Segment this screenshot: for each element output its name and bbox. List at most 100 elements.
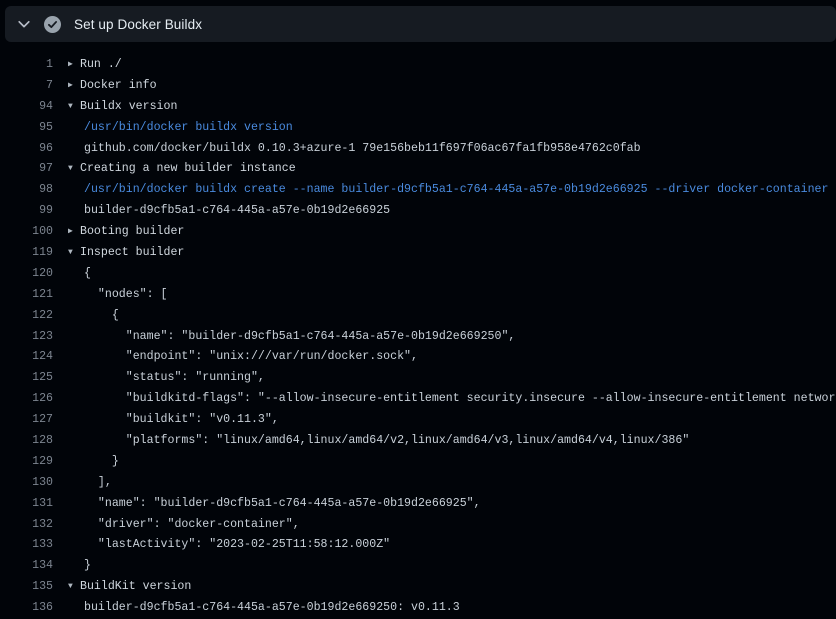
indent-spacer bbox=[68, 431, 84, 452]
log-text: "endpoint": "unix:///var/run/docker.sock… bbox=[84, 347, 836, 368]
line-number[interactable]: 131 bbox=[0, 494, 53, 515]
log-text: "name": "builder-d9cfb5a1-c764-445a-a57e… bbox=[84, 327, 836, 348]
line-number[interactable]: 95 bbox=[0, 118, 53, 139]
line-number[interactable]: 136 bbox=[0, 598, 53, 619]
line-number[interactable]: 132 bbox=[0, 515, 53, 536]
log-row: 98/usr/bin/docker buildx create --name b… bbox=[0, 180, 836, 201]
log-row: 128 "platforms": "linux/amd64,linux/amd6… bbox=[0, 431, 836, 452]
log-group-row[interactable]: 135▼BuildKit version bbox=[0, 577, 836, 598]
log-text: { bbox=[84, 264, 836, 285]
group-expanded-icon: ▼ bbox=[68, 97, 80, 118]
log-row: 122 { bbox=[0, 306, 836, 327]
log-text: /usr/bin/docker buildx create --name bui… bbox=[84, 180, 836, 201]
log-text: Inspect builder bbox=[80, 243, 836, 264]
log-text: } bbox=[84, 556, 836, 577]
log-row: 125 "status": "running", bbox=[0, 368, 836, 389]
line-number[interactable]: 127 bbox=[0, 410, 53, 431]
log-text: github.com/docker/buildx 0.10.3+azure-1 … bbox=[84, 139, 836, 160]
log-row: 136 builder-d9cfb5a1-c764-445a-a57e-0b19d… bbox=[0, 598, 836, 619]
log-text: builder-d9cfb5a1-c764-445a-a57e-0b19d2e6… bbox=[84, 598, 836, 619]
group-expanded-icon: ▼ bbox=[68, 243, 80, 264]
line-number[interactable]: 120 bbox=[0, 264, 53, 285]
log-text: "name": "builder-d9cfb5a1-c764-445a-a57e… bbox=[84, 494, 836, 515]
log-row: 126 "buildkitd-flags": "--allow-insecure… bbox=[0, 389, 836, 410]
chevron-down-icon[interactable] bbox=[16, 16, 32, 32]
log-row: 129 } bbox=[0, 452, 836, 473]
line-number[interactable]: 97 bbox=[0, 159, 53, 180]
indent-spacer bbox=[68, 473, 84, 494]
log-text: { bbox=[84, 306, 836, 327]
log-text: BuildKit version bbox=[80, 577, 836, 598]
log-text: /usr/bin/docker buildx version bbox=[84, 118, 836, 139]
line-number[interactable]: 1 bbox=[0, 55, 53, 76]
indent-spacer bbox=[68, 118, 84, 139]
check-circle-icon bbox=[44, 16, 61, 33]
indent-spacer bbox=[68, 201, 84, 222]
indent-spacer bbox=[68, 347, 84, 368]
log-text: Docker info bbox=[80, 76, 836, 97]
log-row: 120 { bbox=[0, 264, 836, 285]
log-text: Run ./ bbox=[80, 55, 836, 76]
line-number[interactable]: 94 bbox=[0, 97, 53, 118]
line-number[interactable]: 96 bbox=[0, 139, 53, 160]
line-number[interactable]: 98 bbox=[0, 180, 53, 201]
line-number[interactable]: 99 bbox=[0, 201, 53, 222]
log-row: 130 ], bbox=[0, 473, 836, 494]
log-text: "status": "running", bbox=[84, 368, 836, 389]
log-row: 121 "nodes": [ bbox=[0, 285, 836, 306]
log-group-row[interactable]: 94 ▼Buildx version bbox=[0, 97, 836, 118]
indent-spacer bbox=[68, 285, 84, 306]
indent-spacer bbox=[68, 327, 84, 348]
indent-spacer bbox=[68, 368, 84, 389]
step-header[interactable]: Set up Docker Buildx bbox=[5, 6, 836, 42]
log-row: 132 "driver": "docker-container", bbox=[0, 515, 836, 536]
log-row: 96 github.com/docker/buildx 0.10.3+azure-… bbox=[0, 139, 836, 160]
group-collapsed-icon: ▶ bbox=[68, 55, 80, 76]
line-number[interactable]: 122 bbox=[0, 306, 53, 327]
log-group-row[interactable]: 97 ▼Creating a new builder instance bbox=[0, 159, 836, 180]
log-text: ], bbox=[84, 473, 836, 494]
log-row: 124 "endpoint": "unix:///var/run/docker.… bbox=[0, 347, 836, 368]
indent-spacer bbox=[68, 535, 84, 556]
log-text: Buildx version bbox=[80, 97, 836, 118]
line-number[interactable]: 130 bbox=[0, 473, 53, 494]
log-group-row[interactable]: 7 ▶Docker info bbox=[0, 76, 836, 97]
line-number[interactable]: 134 bbox=[0, 556, 53, 577]
log-text: } bbox=[84, 452, 836, 473]
line-number[interactable]: 126 bbox=[0, 389, 53, 410]
indent-spacer bbox=[68, 389, 84, 410]
line-number[interactable]: 133 bbox=[0, 535, 53, 556]
log-group-row[interactable]: 100 ▶Booting builder bbox=[0, 222, 836, 243]
log-row: 134} bbox=[0, 556, 836, 577]
line-number[interactable]: 128 bbox=[0, 431, 53, 452]
line-number[interactable]: 125 bbox=[0, 368, 53, 389]
log-text: Booting builder bbox=[80, 222, 836, 243]
group-collapsed-icon: ▶ bbox=[68, 76, 80, 97]
step-title: Set up Docker Buildx bbox=[74, 17, 202, 32]
log-group-row[interactable]: 1 ▶Run ./ bbox=[0, 55, 836, 76]
log-text: "lastActivity": "2023-02-25T11:58:12.000… bbox=[84, 535, 836, 556]
log-lines: 1▶Run ./7▶Docker info94▼Buildx version95… bbox=[0, 55, 836, 619]
line-number[interactable]: 7 bbox=[0, 76, 53, 97]
indent-spacer bbox=[68, 306, 84, 327]
indent-spacer bbox=[68, 598, 84, 619]
line-number[interactable]: 100 bbox=[0, 222, 53, 243]
indent-spacer bbox=[68, 494, 84, 515]
log-text: Creating a new builder instance bbox=[80, 159, 836, 180]
line-number[interactable]: 124 bbox=[0, 347, 53, 368]
log-row: 127 "buildkit": "v0.11.3", bbox=[0, 410, 836, 431]
line-number[interactable]: 123 bbox=[0, 327, 53, 348]
line-number[interactable]: 129 bbox=[0, 452, 53, 473]
line-number[interactable]: 119 bbox=[0, 243, 53, 264]
group-expanded-icon: ▼ bbox=[68, 159, 80, 180]
log-group-row[interactable]: 119 ▼Inspect builder bbox=[0, 243, 836, 264]
log-text: "platforms": "linux/amd64,linux/amd64/v2… bbox=[84, 431, 836, 452]
indent-spacer bbox=[68, 180, 84, 201]
log-text: builder-d9cfb5a1-c764-445a-a57e-0b19d2e6… bbox=[84, 201, 836, 222]
log-row: 133 "lastActivity": "2023-02-25T11:58:12… bbox=[0, 535, 836, 556]
line-number[interactable]: 121 bbox=[0, 285, 53, 306]
log-row: 95/usr/bin/docker buildx version bbox=[0, 118, 836, 139]
line-number[interactable]: 135 bbox=[0, 577, 53, 598]
group-collapsed-icon: ▶ bbox=[68, 222, 80, 243]
indent-spacer bbox=[68, 410, 84, 431]
